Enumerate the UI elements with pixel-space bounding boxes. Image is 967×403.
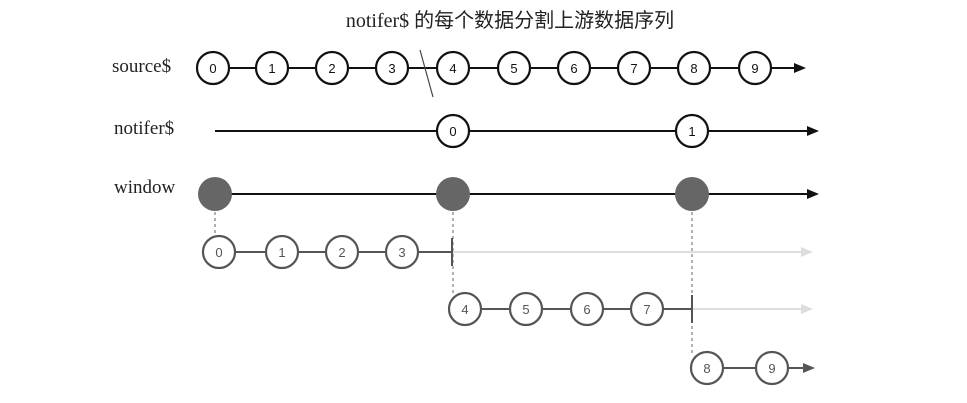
source-marble-label: 4: [449, 61, 456, 76]
source-marble-label: 7: [630, 61, 637, 76]
window-faded-arrow-icon: [801, 247, 813, 257]
inner-marble-label: 4: [461, 302, 468, 317]
inner-marble-label: 7: [643, 302, 650, 317]
inner-marble-label: 3: [398, 245, 405, 260]
inner-marble-label: 2: [338, 245, 345, 260]
window-faded-arrow-icon: [801, 304, 813, 314]
source-marble-label: 5: [510, 61, 517, 76]
notifier-marble-label: 0: [449, 124, 456, 139]
window-marble: [198, 177, 232, 211]
source-marble-label: 8: [690, 61, 697, 76]
source-marble-label: 9: [751, 61, 758, 76]
source-marble-label: 6: [570, 61, 577, 76]
inner-marble-label: 9: [768, 361, 775, 376]
window-marble: [675, 177, 709, 211]
source-marble-label: 1: [268, 61, 275, 76]
source-marble-label: 3: [388, 61, 395, 76]
notifier-arrow-icon: [807, 126, 819, 136]
window-arrow-icon: [807, 189, 819, 199]
inner-marble-label: 6: [583, 302, 590, 317]
marble-diagram: 0 1 2 3 4 5 6 7 8 9 0 1 0 1 2 3 4 5 6 7 8 9: [195, 49, 819, 386]
inner-marble-label: 5: [522, 302, 529, 317]
inner-marble-label: 1: [278, 245, 285, 260]
source-arrow-icon: [794, 63, 806, 73]
source-marble-label: 0: [209, 61, 216, 76]
notifier-marble-label: 1: [688, 124, 695, 139]
source-marble-label: 2: [328, 61, 335, 76]
split-slash: [419, 49, 434, 98]
window-marble: [436, 177, 470, 211]
inner-marble-label: 8: [703, 361, 710, 376]
window-inner-arrow-icon: [803, 363, 815, 373]
inner-marble-label: 0: [215, 245, 222, 260]
